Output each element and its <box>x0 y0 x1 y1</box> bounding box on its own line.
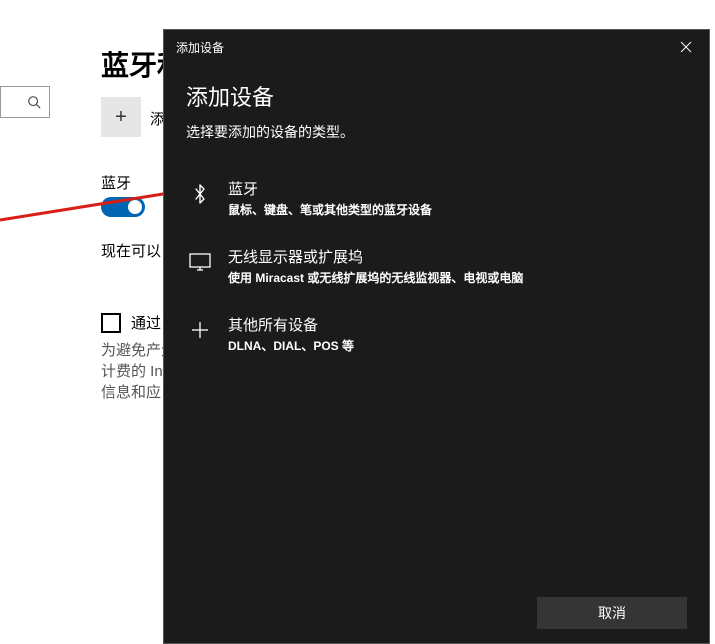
close-icon <box>680 41 692 53</box>
search-icon <box>27 95 41 109</box>
dialog-titlebar: 添加设备 <box>164 30 709 64</box>
plus-icon: + <box>115 106 127 129</box>
dialog-footer: 取消 <box>164 583 709 643</box>
device-option-desc: 鼠标、键盘、笔或其他类型的蓝牙设备 <box>228 201 432 218</box>
device-option-wireless-display[interactable]: 无线显示器或扩展坞 使用 Miracast 或无线扩展坞的无线监视器、电视或电脑 <box>186 236 687 304</box>
device-option-title: 无线显示器或扩展坞 <box>228 246 523 267</box>
device-option-title: 蓝牙 <box>228 178 432 199</box>
add-device-dialog: 添加设备 添加设备 选择要添加的设备的类型。 蓝牙 鼠标、键盘、笔或其他类型的蓝… <box>163 29 710 644</box>
bluetooth-section-label: 蓝牙 <box>101 172 131 193</box>
dialog-body: 添加设备 选择要添加的设备的类型。 蓝牙 鼠标、键盘、笔或其他类型的蓝牙设备 <box>164 64 709 583</box>
dialog-titlebar-text: 添加设备 <box>176 39 224 56</box>
dialog-title: 添加设备 <box>186 80 687 112</box>
dialog-subtitle: 选择要添加的设备的类型。 <box>186 122 687 142</box>
plus-icon <box>186 316 214 344</box>
bluetooth-icon <box>186 180 214 208</box>
search-input[interactable] <box>0 86 50 118</box>
device-option-text: 无线显示器或扩展坞 使用 Miracast 或无线扩展坞的无线监视器、电视或电脑 <box>228 246 523 286</box>
checkbox-label: 通过 <box>131 312 161 333</box>
display-icon <box>186 248 214 276</box>
device-option-text: 蓝牙 鼠标、键盘、笔或其他类型的蓝牙设备 <box>228 178 432 218</box>
device-option-text: 其他所有设备 DLNA、DIAL、POS 等 <box>228 314 354 354</box>
close-button[interactable] <box>663 31 709 63</box>
device-option-desc: 使用 Miracast 或无线扩展坞的无线监视器、电视或电脑 <box>228 269 523 286</box>
bluetooth-toggle[interactable] <box>101 197 145 217</box>
device-option-other[interactable]: 其他所有设备 DLNA、DIAL、POS 等 <box>186 304 687 372</box>
metered-checkbox-row[interactable]: 通过 <box>101 312 161 333</box>
now-available-text: 现在可以 <box>101 240 161 261</box>
device-option-desc: DLNA、DIAL、POS 等 <box>228 337 354 354</box>
checkbox-icon <box>101 313 121 333</box>
device-option-title: 其他所有设备 <box>228 314 354 335</box>
add-device-button-bg[interactable]: + <box>101 97 141 137</box>
device-option-bluetooth[interactable]: 蓝牙 鼠标、键盘、笔或其他类型的蓝牙设备 <box>186 168 687 236</box>
cancel-button[interactable]: 取消 <box>537 597 687 629</box>
